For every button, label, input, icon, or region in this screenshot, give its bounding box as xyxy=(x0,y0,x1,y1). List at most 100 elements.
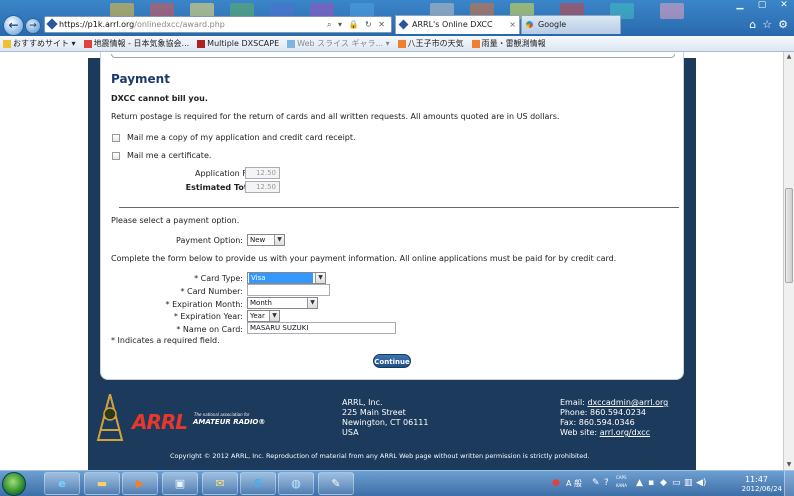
tray-app-icon[interactable]: ● xyxy=(552,478,560,488)
arrl-tagline: The national association for xyxy=(194,412,250,417)
internet-explorer-icon: e xyxy=(58,477,66,490)
postage-note: Return postage is required for the retur… xyxy=(111,112,560,121)
taskbar-media-button[interactable]: ▶ xyxy=(122,472,158,495)
copyright-notice: Copyright © 2012 ARRL, Inc. Reproduction… xyxy=(170,452,590,460)
card-type-value: Visa xyxy=(249,273,313,283)
mail-certificate-label: Mail me a certificate. xyxy=(127,151,212,160)
favorites-star-icon[interactable]: ☆ xyxy=(762,18,772,31)
tab-google[interactable]: Google xyxy=(521,15,621,34)
name-on-card-input[interactable]: MASARU SUZUKI xyxy=(247,322,396,334)
arrl-logo[interactable]: ARRL The national association for AMATEU… xyxy=(96,394,296,442)
estimated-total-label: Estimated Total: xyxy=(185,183,259,192)
clock-time[interactable]: 11:47 xyxy=(745,475,768,484)
maximize-icon[interactable]: ▢ xyxy=(756,0,768,14)
favorites-bar: おすすめサイト ▾ 地震情報 - 日本気象協会... Multiple DXSC… xyxy=(0,36,794,52)
minimize-icon[interactable]: ▁ xyxy=(734,0,746,14)
favorites-item[interactable]: 地震情報 - 日本気象協会... xyxy=(83,38,189,49)
favorites-item[interactable]: Web スライス ギャラ... ▾ xyxy=(287,38,390,49)
scrollbar-thumb[interactable] xyxy=(785,188,793,283)
website-line: Web site: arrl.org/dxcc xyxy=(560,428,651,437)
select-option-text: Please select a payment option. xyxy=(111,216,240,225)
taskbar-app-button[interactable]: ▣ xyxy=(162,472,198,495)
mail-certificate-checkbox[interactable] xyxy=(112,152,120,160)
expiration-month-select[interactable]: Month ▼ xyxy=(247,297,318,309)
tab-label: ARRL's Online DXCC xyxy=(412,20,493,29)
document-icon: ▣ xyxy=(174,477,186,490)
tray-app-icon[interactable]: ▪ xyxy=(648,478,654,488)
kana-indicator: KANA xyxy=(616,483,628,488)
taskbar-app-button[interactable]: ✎ xyxy=(318,472,354,495)
clock-date[interactable]: 2012/06/24 xyxy=(742,485,782,493)
payment-option-value: New xyxy=(250,236,266,244)
address-tools-icon[interactable]: ⌕ ▾ 🔒 ↻ ✕ xyxy=(327,17,387,32)
address-bar[interactable]: https://p1k.arrl.org/onlinedxcc/award.ph… xyxy=(44,16,392,33)
browser-chrome: ▁ ▢ ✕ ← → https://p1k.arrl.org/onlinedxc… xyxy=(0,0,794,52)
ime-settings-icon[interactable]: ✎ xyxy=(592,478,600,488)
application-fee-label: Application Fee: xyxy=(195,169,259,178)
favorites-item[interactable]: おすすめサイト ▾ xyxy=(3,38,76,49)
vertical-scrollbar[interactable]: ▲ ▼ xyxy=(783,52,794,470)
website-link[interactable]: arrl.org/dxcc xyxy=(600,428,650,437)
address-line: USA xyxy=(342,428,359,437)
window-controls: ▁ ▢ ✕ xyxy=(734,0,790,14)
favorites-item[interactable]: 八王子市の天気 xyxy=(397,38,464,49)
start-button[interactable] xyxy=(2,472,26,496)
web-slice-icon xyxy=(287,39,296,48)
arrl-tower-icon xyxy=(96,394,124,441)
arrow-right-icon: → xyxy=(29,21,37,31)
panel-border xyxy=(111,54,675,58)
address-line: 225 Main Street xyxy=(342,408,406,417)
mail-copy-checkbox[interactable] xyxy=(112,134,120,142)
skype-icon: S xyxy=(254,477,262,490)
phone-line: Phone: 860.594.0234 xyxy=(560,408,647,417)
card-type-select[interactable]: Visa ▼ xyxy=(247,272,326,284)
payment-option-select[interactable]: New ▼ xyxy=(247,234,285,246)
payment-panel: Payment DXCC cannot bill you. Return pos… xyxy=(100,52,684,380)
email-line: Email: dxccadmin@arrl.org xyxy=(560,398,669,407)
back-button[interactable]: ← xyxy=(3,15,24,36)
address-line: Newington, CT 06111 xyxy=(342,418,429,427)
volume-icon[interactable]: ◀) xyxy=(696,478,706,488)
ime-indicator[interactable]: A 般 xyxy=(566,478,582,489)
show-desktop-button[interactable] xyxy=(784,471,794,496)
google-favicon xyxy=(526,21,533,28)
taskbar-globe-button[interactable]: ◍ xyxy=(278,472,314,495)
arrl-favicon xyxy=(398,19,409,30)
scroll-down-icon[interactable]: ▼ xyxy=(785,461,793,469)
forward-button[interactable]: → xyxy=(25,18,41,34)
page-margin-right xyxy=(696,52,783,470)
scroll-up-icon[interactable]: ▲ xyxy=(785,53,793,61)
page-content: Payment DXCC cannot bill you. Return pos… xyxy=(88,52,696,470)
mail-copy-label: Mail me a copy of my application and cre… xyxy=(127,133,356,142)
complete-form-text: Complete the form below to provide us wi… xyxy=(111,254,617,263)
tray-app-icon[interactable]: ◆ xyxy=(660,478,667,488)
tab-label: Google xyxy=(538,20,567,29)
taskbar-explorer-button[interactable]: ▬ xyxy=(84,472,120,495)
network-icon[interactable]: ▥ xyxy=(684,478,693,488)
expiration-year-select[interactable]: Year ▼ xyxy=(247,310,280,322)
email-link[interactable]: dxccadmin@arrl.org xyxy=(587,398,668,407)
home-icon[interactable]: ⌂ xyxy=(749,18,756,31)
chevron-down-icon: ▼ xyxy=(274,235,284,245)
estimated-total-field: 12.50 xyxy=(245,181,280,193)
favorites-item[interactable]: 雨量・雷観測情報 xyxy=(471,38,546,49)
expiration-month-value: Month xyxy=(250,299,272,307)
card-number-label: * Card Number: xyxy=(180,287,244,296)
tab-close-icon[interactable]: × xyxy=(509,16,516,34)
tray-app-icon[interactable]: ▭ xyxy=(672,478,681,488)
browser-toolbar: ⌂ ☆ ⚙ xyxy=(749,18,788,31)
tab-arrl-dxcc[interactable]: ARRL's Online DXCC × xyxy=(395,15,520,34)
gear-icon[interactable]: ⚙ xyxy=(778,18,788,31)
favorites-item[interactable]: Multiple DXSCAPE xyxy=(197,39,279,48)
taskbar-skype-button[interactable]: S xyxy=(240,472,276,495)
expiration-year-label: * Expiration Year: xyxy=(173,312,243,321)
close-icon[interactable]: ✕ xyxy=(778,0,790,14)
taskbar-app-button[interactable]: ✉ xyxy=(202,472,238,495)
continue-button[interactable]: Continue xyxy=(373,354,411,368)
show-hidden-icons-icon[interactable]: ▲ xyxy=(636,478,643,488)
taskbar-ie-button[interactable]: e xyxy=(44,472,80,495)
help-icon[interactable]: ? xyxy=(604,478,609,488)
card-number-input[interactable] xyxy=(247,284,330,296)
weather-site-icon xyxy=(83,39,92,48)
chevron-down-icon: ▼ xyxy=(307,298,317,308)
